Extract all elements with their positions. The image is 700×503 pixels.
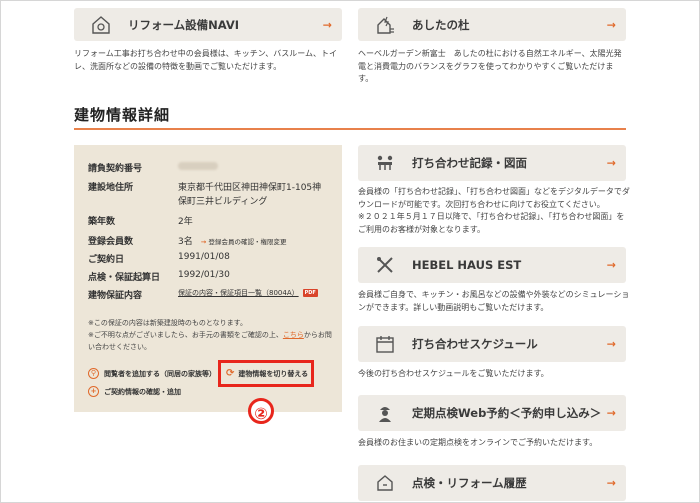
inspector-icon <box>370 398 400 428</box>
card-title: リフォーム設備NAVI <box>128 17 240 32</box>
contract-info-button[interactable]: + ご契約情報の確認・追加 <box>88 386 181 397</box>
card-meeting-schedule[interactable]: 打ち合わせスケジュール → <box>358 326 626 362</box>
card-title: 打ち合わせスケジュール <box>412 337 538 351</box>
info-label: 建物保証内容 <box>88 291 143 301</box>
card-title: 定期点検Web予約＜予約申し込み＞ <box>412 406 602 420</box>
warranty-pdf-link[interactable]: 保証の内容・保証項目一覧（8004A） <box>178 289 299 297</box>
members-count: 3名 <box>178 237 193 247</box>
card-reform-navi[interactable]: リフォーム設備NAVI → <box>74 8 342 41</box>
building-info-panel: 請負契約番号 建設地住所 東京都千代田区神田神保町1-105神 保町三井ビルディ… <box>74 145 342 412</box>
arrow-right-icon: → <box>606 476 616 490</box>
action-label: 建物情報を切り替える <box>238 369 309 378</box>
info-label: 点検・保証起算日 <box>88 273 161 283</box>
card-description: 会員様ご自身で、キッチン・お風呂などの設備や外装などのシミュレーションができます… <box>358 290 630 312</box>
step-marker: ② <box>248 398 274 424</box>
action-label: ご契約情報の確認・追加 <box>104 387 181 396</box>
arrow-right-icon: → <box>606 337 616 351</box>
arrow-right-icon: → <box>606 18 616 31</box>
info-value: 1992/01/30 <box>178 270 230 280</box>
action-label: 閲覧者を追加する（同居の家族等） <box>104 369 216 378</box>
history-icon <box>370 468 400 498</box>
meeting-icon <box>370 148 400 178</box>
section-title: 建物情報詳細 <box>74 106 171 124</box>
arrow-right-icon: → <box>606 406 616 420</box>
info-value: 1991/01/08 <box>178 252 230 262</box>
info-label: 請負契約番号 <box>88 164 143 174</box>
info-value: 東京都千代田区神田神保町1-105神 <box>178 183 322 193</box>
switch-building-button[interactable]: ⟳ 建物情報を切り替える <box>218 360 314 387</box>
card-title: あしたの杜 <box>412 17 470 32</box>
desc-line: ※２０２１年５月１７日以降で、「打ち合わせ記録」、「打ち合わせ図面」をご利用のお… <box>358 212 625 234</box>
house-gear-icon <box>86 10 116 40</box>
info-value: 保証の内容・保証項目一覧（8004A） PDF <box>178 288 318 298</box>
card-inspection-history[interactable]: 点検・リフォーム履歴 → <box>358 465 626 501</box>
info-value: 保町三井ビルディング <box>178 197 268 207</box>
card-description: ヘーベルガーデン新富士 あしたの杜における自然エネルギー、太陽光発電と消費電力の… <box>358 49 622 83</box>
info-label: 登録会員数 <box>88 237 134 247</box>
card-title: HEBEL HAUS EST <box>412 258 522 272</box>
member-settings-link[interactable]: → 登録会員の確認・権限変更 <box>201 238 287 246</box>
calendar-icon <box>370 329 400 359</box>
card-description: 会員様の「打ち合わせ記録」、「打ち合わせ図面」などをデジタルデータでダウンロード… <box>358 186 630 236</box>
card-description: 会員様のお住まいの定期点検をオンラインでご予約いただけます。 <box>358 438 598 447</box>
info-value-redacted <box>178 161 218 171</box>
person-icon: ⚲ <box>88 368 99 379</box>
arrow-right-icon: → <box>322 18 332 31</box>
note-line: ※この保証の内容は新築建設時のものとなります。 <box>88 319 247 327</box>
arrow-right-icon: → <box>606 156 616 170</box>
card-description: リフォーム工事お打ち合わせ中の会員様は、キッチン、バスルーム、トイレ、洗面所など… <box>74 49 338 71</box>
info-label: 築年数 <box>88 217 116 227</box>
info-value: 3名 → 登録会員の確認・権限変更 <box>178 234 286 247</box>
card-title: 点検・リフォーム履歴 <box>412 476 527 490</box>
info-label: 建設地住所 <box>88 183 134 193</box>
energy-house-icon <box>370 10 400 40</box>
card-inspection-reservation[interactable]: 定期点検Web予約＜予約申し込み＞ → <box>358 395 626 431</box>
arrow-right-icon: → <box>606 258 616 272</box>
section-divider <box>74 128 626 130</box>
add-viewer-button[interactable]: ⚲ 閲覧者を追加する（同居の家族等） <box>88 368 216 379</box>
card-hebel-haus-est[interactable]: HEBEL HAUS EST → <box>358 247 626 283</box>
info-value: 2年 <box>178 217 193 227</box>
card-description: 今後の打ち合わせスケジュールをご覧いただけます。 <box>358 369 549 378</box>
desc-line: 会員様の「打ち合わせ記録」、「打ち合わせ図面」などをデジタルデータでダウンロード… <box>358 187 630 209</box>
card-title: 打ち合わせ記録・図面 <box>412 156 527 170</box>
warranty-note: ※この保証の内容は新築建設時のものとなります。 ※ご不明な点がございましたら、お… <box>88 317 332 353</box>
contact-link[interactable]: こちら <box>283 331 304 339</box>
refresh-icon: ⟳ <box>226 368 235 379</box>
card-ashita-no-mori[interactable]: あしたの杜 → <box>358 8 626 41</box>
plus-circle-icon: + <box>88 386 99 397</box>
pdf-icon: PDF <box>302 288 318 297</box>
tools-icon <box>370 250 400 280</box>
card-meeting-records[interactable]: 打ち合わせ記録・図面 → <box>358 145 626 181</box>
info-label: ご契約日 <box>88 255 125 265</box>
note-line: ※ご不明な点がございましたら、お手元の書類をご確認の上、こちらからお問い合わせく… <box>88 331 332 351</box>
